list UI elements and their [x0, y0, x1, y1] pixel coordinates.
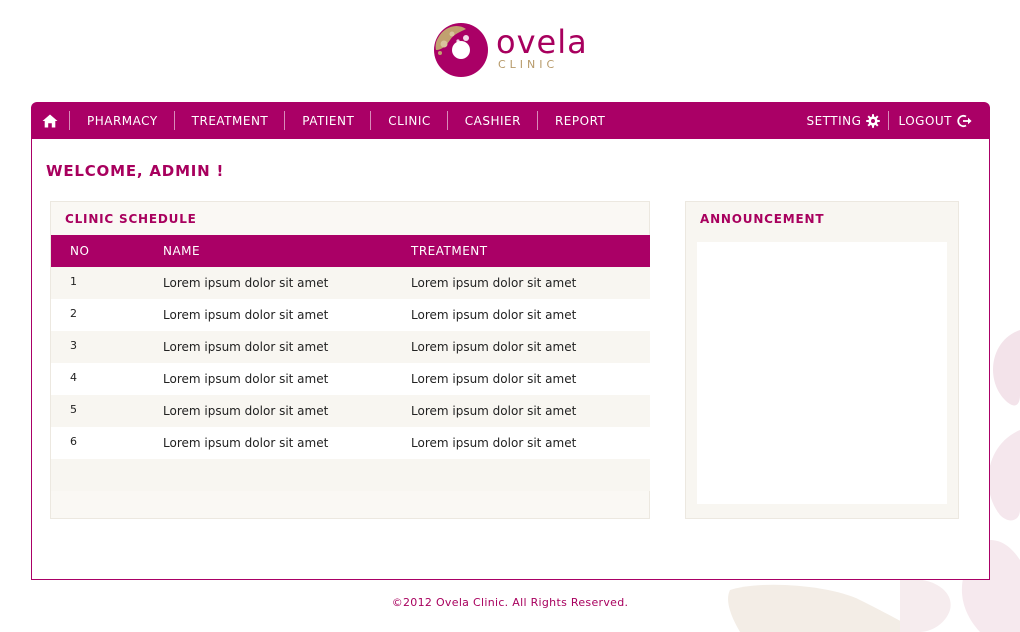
row-name: Lorem ipsum dolor sit amet: [163, 340, 329, 354]
row-no: 3: [70, 339, 77, 352]
row-name: Lorem ipsum dolor sit amet: [163, 436, 329, 450]
row-name: Lorem ipsum dolor sit amet: [163, 372, 329, 386]
row-no: 1: [70, 275, 77, 288]
header-name[interactable]: NAME: [163, 244, 411, 258]
table-row[interactable]: 4 Lorem ipsum dolor sit amet Lorem ipsum…: [51, 363, 650, 395]
row-treatment: Lorem ipsum dolor sit amet: [411, 372, 577, 386]
row-no: 5: [70, 403, 77, 416]
header-no[interactable]: NO: [51, 244, 163, 258]
nav-treatment[interactable]: TREATMENT: [175, 102, 286, 139]
row-treatment: Lorem ipsum dolor sit amet: [411, 276, 577, 290]
nav-home-button[interactable]: [31, 102, 70, 139]
footer-copyright: ©2012 Ovela Clinic. All Rights Reserved.: [391, 596, 629, 609]
row-treatment: Lorem ipsum dolor sit amet: [411, 436, 577, 450]
row-treatment: Lorem ipsum dolor sit amet: [411, 308, 577, 322]
table-row[interactable]: 6 Lorem ipsum dolor sit amet Lorem ipsum…: [51, 427, 650, 459]
schedule-table: NO NAME TREATMENT 1 Lorem ipsum dolor si…: [51, 235, 650, 491]
logout-button[interactable]: LOGOUT: [889, 102, 990, 139]
row-name: Lorem ipsum dolor sit amet: [163, 404, 329, 418]
row-no: 4: [70, 371, 77, 384]
welcome-heading: WELCOME, ADMIN !: [46, 162, 225, 180]
nav-report[interactable]: REPORT: [538, 102, 622, 139]
main-navbar: PHARMACY TREATMENT PATIENT CLINIC CASHIE…: [31, 102, 990, 139]
nav-patient[interactable]: PATIENT: [285, 102, 372, 139]
home-icon: [42, 114, 58, 127]
row-no: [51, 459, 163, 467]
clinic-schedule-panel: CLINIC SCHEDULE NO NAME TREATMENT 1 Lore…: [50, 201, 650, 519]
main-content: WELCOME, ADMIN ! CLINIC SCHEDULE NO NAME…: [31, 139, 990, 580]
gear-icon: [866, 113, 881, 128]
announcement-title: ANNOUNCEMENT: [700, 212, 825, 226]
logo-subtitle: CLINIC: [498, 58, 559, 71]
row-name: Lorem ipsum dolor sit amet: [163, 276, 329, 290]
nav-pharmacy[interactable]: PHARMACY: [70, 102, 175, 139]
announcement-panel: ANNOUNCEMENT: [685, 201, 959, 519]
row-no: 2: [70, 307, 77, 320]
nav-clinic[interactable]: CLINIC: [371, 102, 448, 139]
ovela-clinic-logo[interactable]: ovela CLINIC: [430, 20, 610, 80]
row-treatment: Lorem ipsum dolor sit amet: [411, 404, 577, 418]
table-row[interactable]: [51, 459, 650, 491]
setting-button[interactable]: SETTING: [797, 102, 890, 139]
logout-icon: [957, 114, 972, 128]
row-treatment: Lorem ipsum dolor sit amet: [411, 340, 577, 354]
logo-wordmark: ovela: [496, 23, 588, 61]
logout-label: LOGOUT: [898, 113, 952, 128]
row-no: 6: [70, 435, 77, 448]
table-row[interactable]: 2 Lorem ipsum dolor sit amet Lorem ipsum…: [51, 299, 650, 331]
nav-cashier[interactable]: CASHIER: [448, 102, 539, 139]
setting-label: SETTING: [806, 113, 862, 128]
schedule-title: CLINIC SCHEDULE: [65, 212, 197, 226]
row-name: Lorem ipsum dolor sit amet: [163, 308, 329, 322]
table-row[interactable]: 5 Lorem ipsum dolor sit amet Lorem ipsum…: [51, 395, 650, 427]
announcement-content[interactable]: [697, 242, 947, 504]
table-row[interactable]: 3 Lorem ipsum dolor sit amet Lorem ipsum…: [51, 331, 650, 363]
header-treatment[interactable]: TREATMENT: [411, 244, 650, 258]
table-row[interactable]: 1 Lorem ipsum dolor sit amet Lorem ipsum…: [51, 267, 650, 299]
schedule-table-header: NO NAME TREATMENT: [51, 235, 650, 267]
logo-mark-icon: [434, 23, 488, 77]
